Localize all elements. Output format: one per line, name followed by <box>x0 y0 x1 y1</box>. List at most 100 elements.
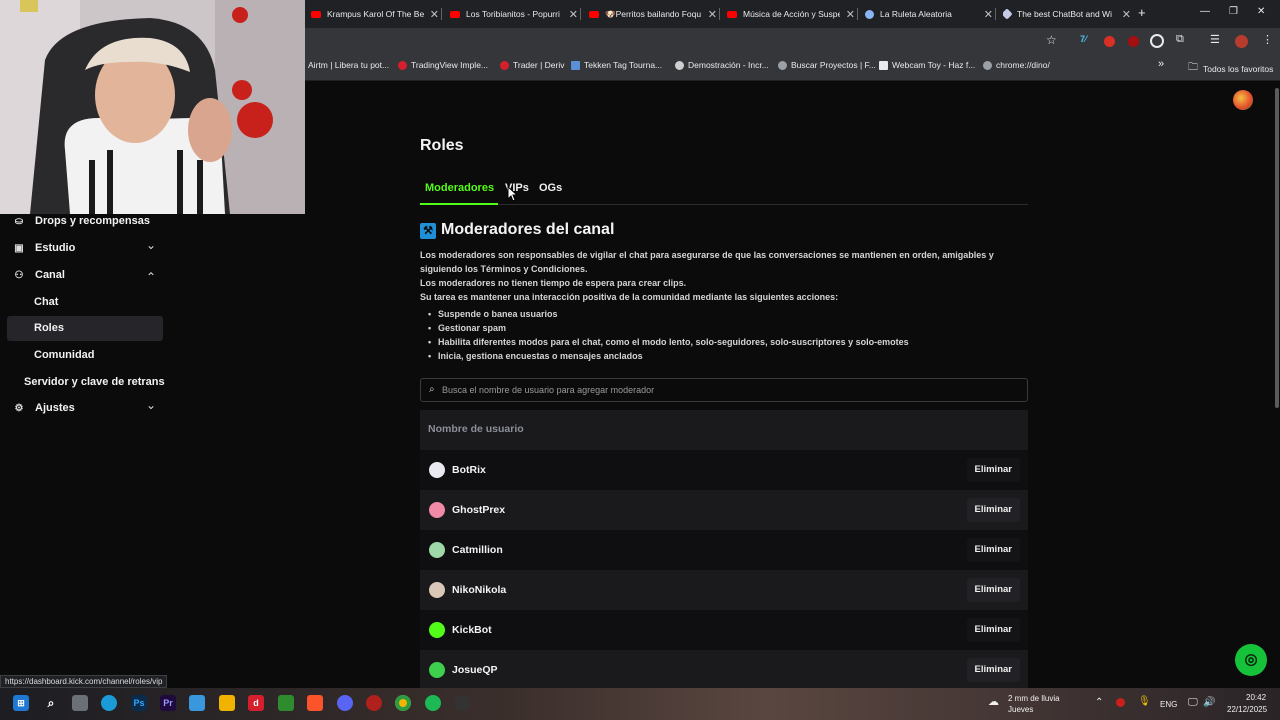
remove-button[interactable]: Eliminar <box>966 498 1020 522</box>
search-icon[interactable]: ⌕ <box>43 695 59 711</box>
search-input[interactable] <box>442 382 1012 398</box>
close-tab-icon[interactable]: ✕ <box>708 8 717 21</box>
task-view-icon[interactable] <box>72 695 88 711</box>
browser-tab[interactable]: Música de Acción y Suspe ✕ <box>727 0 855 28</box>
puzzle-icon[interactable]: ⧉ <box>1176 33 1184 46</box>
volume-icon[interactable]: 🔊 <box>1203 697 1215 708</box>
close-tab-icon[interactable]: ✕ <box>846 8 855 21</box>
chevron-up-icon[interactable]: ⌃ <box>146 270 156 284</box>
extension-icon[interactable]: 7⁄ <box>1080 34 1087 44</box>
edge-icon[interactable] <box>101 695 117 711</box>
store-icon[interactable] <box>189 695 205 711</box>
bookmark-item[interactable]: Webcam Toy - Haz f... <box>879 60 975 70</box>
bookmark-item[interactable]: chrome://dino/ <box>983 60 1050 70</box>
app-icon[interactable] <box>366 695 382 711</box>
minecraft-icon[interactable] <box>278 695 294 711</box>
profile-icon[interactable] <box>1235 35 1248 48</box>
tab-divider <box>995 8 996 20</box>
youtube-icon <box>727 10 737 18</box>
tray-app-icon[interactable] <box>1116 698 1125 707</box>
remove-button[interactable]: Eliminar <box>966 658 1020 682</box>
network-icon[interactable]: 🖵 <box>1188 697 1198 708</box>
sidebar-item-drops[interactable]: ⛀ Drops y recompensas <box>12 215 150 227</box>
chevron-down-icon[interactable]: ⌄ <box>146 398 156 412</box>
username: KickBot <box>452 624 492 636</box>
bookmark-item[interactable]: Buscar Proyectos | F... <box>778 60 876 70</box>
extension-icon[interactable] <box>1128 36 1139 47</box>
sidebar-item-ajustes[interactable]: ⚙ Ajustes <box>12 402 75 414</box>
extension-icon[interactable] <box>1104 36 1115 47</box>
folder-icon[interactable] <box>219 695 235 711</box>
remove-button[interactable]: Eliminar <box>966 538 1020 562</box>
sidebar-item-chat[interactable]: Chat <box>34 296 58 308</box>
bookmark-item[interactable]: Tekken Tag Tourna... <box>571 60 662 70</box>
close-tab-icon[interactable]: ✕ <box>1122 8 1131 21</box>
photoshop-icon[interactable]: Ps <box>131 695 147 711</box>
windows-start-icon[interactable]: ⊞ <box>13 695 29 711</box>
restore-icon[interactable]: ❐ <box>1229 6 1238 17</box>
close-tab-icon[interactable]: ✕ <box>569 8 578 21</box>
spotify-icon[interactable] <box>425 695 441 711</box>
chrome-icon[interactable] <box>395 695 411 711</box>
browser-tab[interactable]: La Ruleta Aleatoria ✕ <box>865 0 993 28</box>
search-icon: ⌕ <box>429 384 435 395</box>
gift-icon: ⛀ <box>14 215 24 227</box>
bookmark-item[interactable]: Airtm | Libera tu pot... <box>308 60 389 70</box>
tab-moderadores[interactable]: Moderadores <box>425 182 494 194</box>
remove-button[interactable]: Eliminar <box>966 458 1020 482</box>
remove-button[interactable]: Eliminar <box>966 578 1020 602</box>
globe-icon <box>778 60 787 70</box>
sidebar-item-servidor[interactable]: Servidor y clave de retrans <box>24 376 165 388</box>
support-chat-icon[interactable]: ◎ <box>1235 644 1267 676</box>
star-icon[interactable]: ☆ <box>1046 33 1057 47</box>
bookmark-label: Todos los favoritos <box>1203 63 1274 74</box>
close-tab-icon[interactable]: ✕ <box>430 8 439 21</box>
media-icon[interactable]: ☰ <box>1210 33 1220 46</box>
chevron-down-icon[interactable]: ⌄ <box>146 238 156 252</box>
browser-tab[interactable]: The best ChatBot and Wi ✕ <box>1003 0 1131 28</box>
sidebar-item-label: Estudio <box>35 242 76 254</box>
menu-icon[interactable]: ⋮ <box>1262 33 1273 46</box>
remove-button[interactable]: Eliminar <box>966 618 1020 642</box>
tab-ogs[interactable]: OGs <box>539 182 562 194</box>
close-tab-icon[interactable]: ✕ <box>984 8 993 21</box>
browser-tab[interactable]: Los Toribianitos - Popurri ✕ <box>450 0 578 28</box>
discord-icon[interactable] <box>337 695 353 711</box>
more-bookmarks-icon[interactable]: » <box>1158 58 1164 70</box>
microphone-icon[interactable]: 🎙 <box>1138 696 1151 707</box>
bookmark-item[interactable]: TradingView Imple... <box>398 60 488 70</box>
language-indicator[interactable]: ENG <box>1160 700 1177 709</box>
tab-title: Música de Acción y Suspe <box>743 9 840 19</box>
bullet-item: Suspende o banea usuarios <box>428 309 558 319</box>
page-scrollbar[interactable] <box>1275 88 1279 408</box>
sidebar-item-estudio[interactable]: ▣ Estudio <box>12 242 75 254</box>
username: NikoNikola <box>452 584 507 596</box>
bookmark-item[interactable]: Demostración - Incr... <box>675 60 769 70</box>
avatar[interactable] <box>1233 90 1253 110</box>
all-bookmarks-button[interactable]: 🗀 Todos los favoritos <box>1188 60 1273 77</box>
tray-arrow-icon[interactable]: ⌃ <box>1095 697 1103 708</box>
bookmark-label: Demostración - Incr... <box>688 60 769 70</box>
deriv-icon[interactable]: d <box>248 695 264 711</box>
new-tab-button[interactable]: + <box>1138 5 1146 20</box>
bookmark-label: Trader | Deriv <box>513 60 565 70</box>
obs-icon[interactable] <box>454 695 470 711</box>
table-row: NikoNikola Eliminar <box>420 570 1028 610</box>
sidebar-item-comunidad[interactable]: Comunidad <box>34 349 95 361</box>
browser-tab[interactable]: 🐶Perritos bailando Foqu ✕ <box>589 0 717 28</box>
diamond-icon <box>1003 8 1013 20</box>
sidebar-item-roles[interactable]: Roles <box>34 322 64 334</box>
close-window-icon[interactable]: ✕ <box>1257 6 1265 17</box>
extension-icon[interactable] <box>1150 34 1164 48</box>
bookmark-item[interactable]: Trader | Deriv <box>500 60 565 70</box>
sidebar-item-canal[interactable]: ⚇ Canal <box>12 269 65 281</box>
brave-icon[interactable] <box>307 695 323 711</box>
clock-date[interactable]: 22/12/2025 <box>1227 705 1267 714</box>
premiere-icon[interactable]: Pr <box>160 695 176 711</box>
weather-text[interactable]: 2 mm de lluvia <box>1008 694 1060 703</box>
browser-tab[interactable]: Krampus Karol Of The Bel ✕ <box>311 0 439 28</box>
clock-time[interactable]: 20:42 <box>1246 693 1266 702</box>
minimize-icon[interactable]: — <box>1200 6 1210 17</box>
bookmark-label: TradingView Imple... <box>411 60 489 70</box>
moderator-search[interactable]: ⌕ <box>420 378 1028 402</box>
